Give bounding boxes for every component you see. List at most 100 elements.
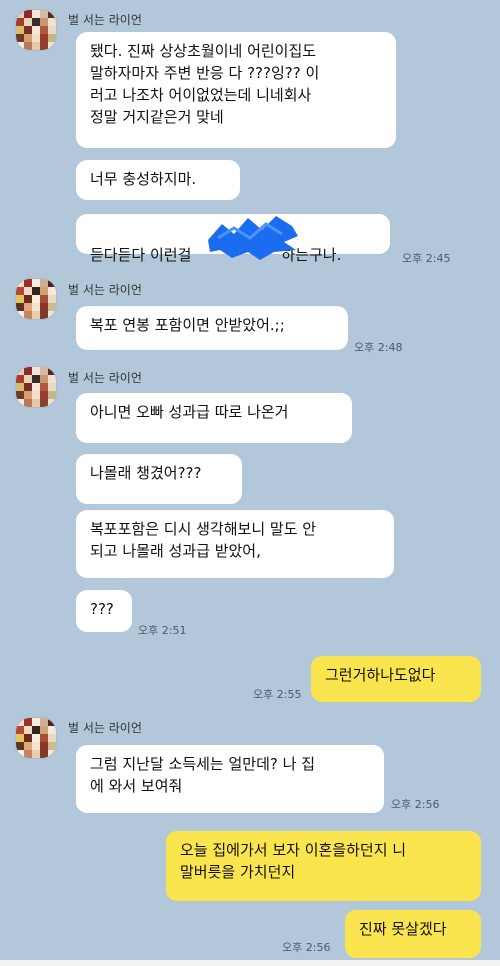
avatar-pixel — [40, 18, 48, 26]
timestamp: 오후 2:56 — [282, 941, 331, 954]
avatar-pixel — [24, 367, 32, 375]
avatar-pixel — [16, 718, 24, 726]
avatar-pixel — [32, 18, 40, 26]
avatar-pixel — [32, 26, 40, 34]
message-bubble[interactable]: 그런거하나도없다 — [311, 656, 481, 702]
sender-name: 벌 서는 라이언 — [68, 721, 142, 735]
avatar-pixel — [32, 734, 40, 742]
avatar-pixel — [40, 311, 48, 319]
avatar-pixel — [32, 311, 40, 319]
avatar-pixel — [16, 375, 24, 383]
avatar-pixel — [48, 742, 56, 750]
message-bubble[interactable]: ??? — [76, 590, 132, 632]
avatar-pixel — [32, 34, 40, 42]
message-bubble[interactable]: 나몰래 챙겼어??? — [76, 454, 242, 504]
avatar-pixel — [24, 718, 32, 726]
avatar-pixel — [40, 26, 48, 34]
avatar-pixel — [24, 726, 32, 734]
message-bubble[interactable]: 오늘 집에가서 보자 이혼을하던지 니 말버릇을 가치던지 — [166, 831, 481, 901]
avatar-pixel — [48, 279, 56, 287]
avatar-pixel — [24, 10, 32, 18]
avatar[interactable] — [16, 718, 56, 758]
sender-name: 벌 서는 라이언 — [68, 283, 142, 297]
avatar-pixel — [24, 734, 32, 742]
avatar-pixel — [16, 42, 24, 50]
avatar-pixel — [48, 726, 56, 734]
avatar-pixel — [16, 34, 24, 42]
timestamp: 오후 2:55 — [253, 688, 302, 701]
message-bubble[interactable]: 복포포함은 디시 생각해보니 말도 안 되고 나몰래 성과급 받았어, — [76, 510, 394, 578]
avatar-pixel — [40, 399, 48, 407]
avatar-pixel — [32, 718, 40, 726]
avatar-pixel — [16, 734, 24, 742]
avatar-pixel — [40, 391, 48, 399]
avatar-pixel — [24, 279, 32, 287]
avatar-pixel — [40, 750, 48, 758]
avatar-pixel — [32, 391, 40, 399]
avatar-pixel — [16, 303, 24, 311]
avatar-pixel — [32, 726, 40, 734]
bottom-edge — [0, 960, 500, 966]
avatar-pixel — [40, 734, 48, 742]
avatar-pixel — [32, 287, 40, 295]
avatar-pixel — [48, 10, 56, 18]
avatar-pixel — [40, 726, 48, 734]
avatar-pixel — [16, 26, 24, 34]
avatar-pixel — [40, 42, 48, 50]
avatar-pixel — [16, 391, 24, 399]
avatar-pixel — [32, 367, 40, 375]
avatar-pixel — [32, 375, 40, 383]
avatar-pixel — [32, 295, 40, 303]
timestamp: 오후 2:56 — [391, 798, 440, 811]
avatar-pixel — [16, 295, 24, 303]
avatar-pixel — [48, 383, 56, 391]
avatar-pixel — [16, 279, 24, 287]
avatar-pixel — [48, 399, 56, 407]
timestamp: 오후 2:48 — [354, 341, 403, 354]
avatar-pixel — [24, 295, 32, 303]
avatar-pixel — [16, 287, 24, 295]
avatar-pixel — [40, 375, 48, 383]
avatar-pixel — [40, 34, 48, 42]
avatar-pixel — [40, 279, 48, 287]
message-bubble[interactable]: 아니면 오빠 성과급 따로 나온거 — [76, 393, 352, 443]
avatar-pixel — [40, 383, 48, 391]
message-bubble[interactable]: 너무 충성하지마. — [76, 160, 240, 200]
avatar-pixel — [32, 742, 40, 750]
avatar-pixel — [48, 734, 56, 742]
message-bubble[interactable]: 그럼 지난달 소득세는 얼만데? 나 집 에 와서 보여줘 — [76, 745, 384, 813]
avatar-pixel — [48, 375, 56, 383]
avatar[interactable] — [16, 10, 56, 50]
avatar-pixel — [40, 718, 48, 726]
avatar-pixel — [32, 399, 40, 407]
message-bubble[interactable]: 진짜 못살겠다 — [345, 910, 481, 958]
avatar-pixel — [24, 26, 32, 34]
avatar-pixel — [40, 742, 48, 750]
avatar-pixel — [16, 726, 24, 734]
timestamp: 오후 2:51 — [138, 624, 187, 637]
avatar-pixel — [48, 287, 56, 295]
avatar-pixel — [48, 295, 56, 303]
redaction-scribble-icon — [208, 216, 298, 260]
chat-room: 벌 서는 라이언 됐다. 진짜 상상초월이네 어린이집도 말하자마자 주변 반응… — [0, 0, 500, 966]
message-text: 듣다듣다 이런걸 — [90, 246, 192, 264]
avatar-pixel — [48, 311, 56, 319]
avatar-pixel — [24, 742, 32, 750]
avatar[interactable] — [16, 367, 56, 407]
avatar-pixel — [40, 287, 48, 295]
avatar-pixel — [48, 42, 56, 50]
avatar-pixel — [32, 10, 40, 18]
message-bubble[interactable]: 복포 연봉 포함이면 안받았어.;; — [76, 306, 348, 350]
avatar-pixel — [16, 367, 24, 375]
avatar-pixel — [32, 279, 40, 287]
avatar-pixel — [48, 26, 56, 34]
avatar[interactable] — [16, 279, 56, 319]
avatar-pixel — [24, 311, 32, 319]
avatar-pixel — [24, 375, 32, 383]
avatar-pixel — [16, 742, 24, 750]
avatar-pixel — [24, 399, 32, 407]
message-bubble[interactable]: 됐다. 진짜 상상초월이네 어린이집도 말하자마자 주변 반응 다 ???잉??… — [76, 32, 396, 148]
avatar-pixel — [48, 18, 56, 26]
avatar-pixel — [40, 367, 48, 375]
avatar-pixel — [16, 10, 24, 18]
